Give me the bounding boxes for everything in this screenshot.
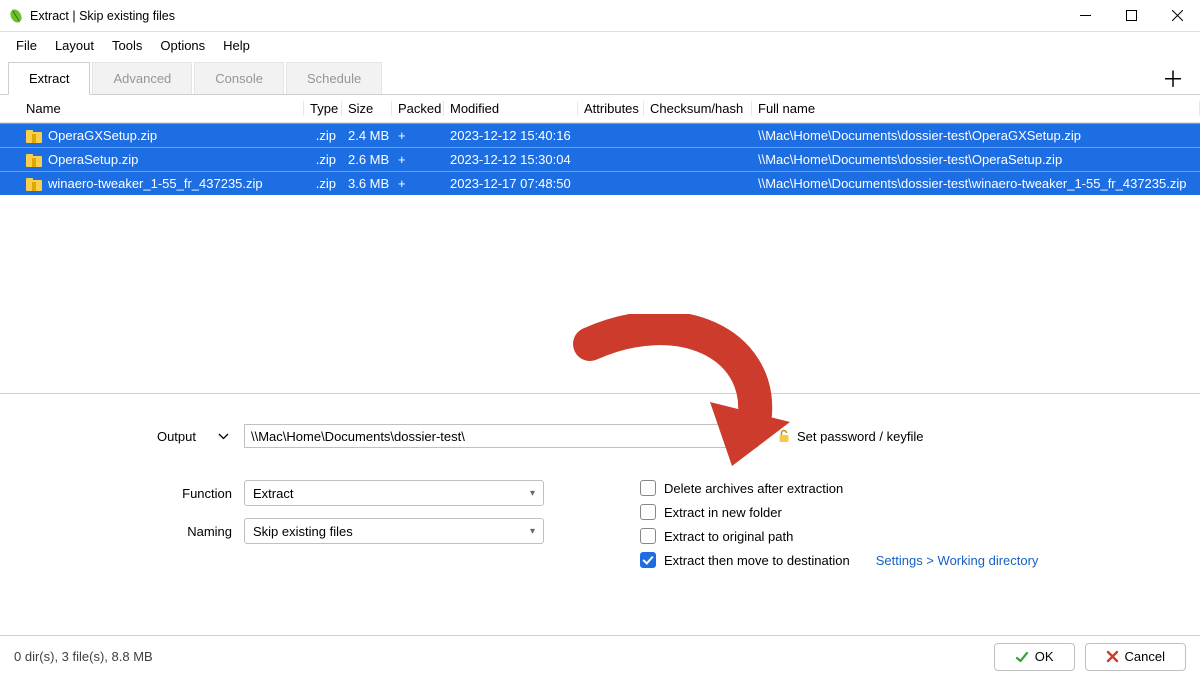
extract-options-panel: Output ... Set password / keyfile Functi… [0, 393, 1200, 576]
function-label: Function [0, 486, 244, 501]
tab-extract[interactable]: Extract [8, 62, 90, 95]
chevron-down-icon: ▾ [530, 526, 535, 537]
naming-select[interactable]: Skip existing files ▾ [244, 518, 544, 544]
status-text: 0 dir(s), 3 file(s), 8.8 MB [14, 649, 153, 664]
header-size[interactable]: Size [342, 101, 392, 116]
archive-icon [26, 130, 42, 143]
header-hash[interactable]: Checksum/hash [644, 101, 752, 116]
ok-button[interactable]: OK [994, 643, 1075, 671]
chevron-down-icon [218, 433, 229, 440]
function-select[interactable]: Extract ▾ [244, 480, 544, 506]
set-password-link[interactable]: Set password / keyfile [777, 429, 923, 444]
extract-newfolder-checkbox[interactable] [640, 504, 656, 520]
menu-layout[interactable]: Layout [47, 36, 102, 55]
tab-strip: Extract Advanced Console Schedule ＋ [0, 61, 1200, 95]
status-bar: 0 dir(s), 3 file(s), 8.8 MB OK Cancel [0, 635, 1200, 677]
maximize-button[interactable] [1108, 0, 1154, 32]
chevron-down-icon: ▾ [530, 488, 535, 499]
menu-help[interactable]: Help [215, 36, 258, 55]
extract-move-label: Extract then move to destination [664, 553, 850, 568]
tab-schedule[interactable]: Schedule [286, 62, 382, 94]
header-modified[interactable]: Modified [444, 101, 578, 116]
header-attributes[interactable]: Attributes [578, 101, 644, 116]
add-tab-button[interactable]: ＋ [1162, 62, 1200, 94]
x-icon [1106, 650, 1119, 663]
table-row[interactable]: OperaSetup.zip .zip 2.6 MB + 2023-12-12 … [0, 147, 1200, 171]
menu-tools[interactable]: Tools [104, 36, 150, 55]
check-icon [1015, 650, 1029, 664]
menu-options[interactable]: Options [152, 36, 213, 55]
extract-original-checkbox[interactable] [640, 528, 656, 544]
menu-bar: File Layout Tools Options Help [0, 32, 1200, 59]
output-expand-button[interactable] [214, 433, 232, 440]
archive-icon [26, 154, 42, 167]
cancel-button[interactable]: Cancel [1085, 643, 1186, 671]
extract-original-label: Extract to original path [664, 529, 793, 544]
browse-output-button[interactable]: ... [733, 424, 759, 448]
extract-newfolder-label: Extract in new folder [664, 505, 782, 520]
header-fullname[interactable]: Full name [752, 101, 1200, 116]
file-list: OperaGXSetup.zip .zip 2.4 MB + 2023-12-1… [0, 123, 1200, 195]
unlock-icon [777, 429, 791, 443]
settings-link[interactable]: Settings > Working directory [876, 553, 1039, 568]
header-name[interactable]: Name [8, 101, 304, 116]
naming-label: Naming [0, 524, 244, 539]
table-empty-area[interactable] [0, 195, 1200, 393]
delete-after-checkbox[interactable] [640, 480, 656, 496]
table-row[interactable]: OperaGXSetup.zip .zip 2.4 MB + 2023-12-1… [0, 123, 1200, 147]
tab-console[interactable]: Console [194, 62, 284, 94]
archive-icon [26, 178, 42, 191]
delete-after-label: Delete archives after extraction [664, 481, 843, 496]
title-bar: Extract | Skip existing files [0, 0, 1200, 32]
tab-advanced[interactable]: Advanced [92, 62, 192, 94]
extract-move-checkbox[interactable] [640, 552, 656, 568]
header-packed[interactable]: Packed [392, 101, 444, 116]
table-header: Name Type Size Packed Modified Attribute… [0, 95, 1200, 123]
output-label: Output [157, 429, 196, 444]
window-title: Extract | Skip existing files [30, 9, 175, 23]
output-path-input[interactable] [244, 424, 729, 448]
close-button[interactable] [1154, 0, 1200, 32]
menu-file[interactable]: File [8, 36, 45, 55]
app-icon [8, 8, 24, 24]
header-type[interactable]: Type [304, 101, 342, 116]
minimize-button[interactable] [1062, 0, 1108, 32]
table-row[interactable]: winaero-tweaker_1-55_fr_437235.zip .zip … [0, 171, 1200, 195]
